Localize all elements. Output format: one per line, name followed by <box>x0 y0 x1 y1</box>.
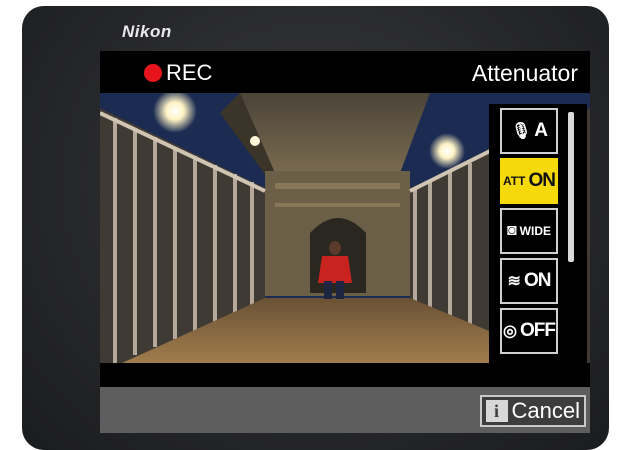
menu-item-wind-noise[interactable]: ≋ ON <box>500 258 558 304</box>
frequency-response-icon: ◙ <box>506 222 517 239</box>
menu-item-label: ON <box>528 170 555 191</box>
bottom-bar: i Cancel <box>100 387 590 433</box>
microphone-icon: 🎙 <box>510 123 532 140</box>
menu-title: Attenuator <box>471 60 578 86</box>
menu-item-label: A <box>534 120 548 141</box>
menu-item-frequency-response[interactable]: ◙ WIDE <box>500 208 558 254</box>
headphone-volume-icon: ◎ <box>503 323 517 340</box>
attenuator-icon: ATT <box>503 174 526 188</box>
wind-noise-icon: ≋ <box>507 273 521 290</box>
menu-item-mic-sensitivity[interactable]: 🎙 A <box>500 108 558 154</box>
brand-logo: Nikon <box>122 22 172 41</box>
menu-item-attenuator[interactable]: ATT ON <box>500 158 558 204</box>
audio-settings-menu: 🎙 A ATT ON ◙ WIDE ≋ ON ◎ OFF <box>489 104 587 367</box>
lcd-screen: REC Attenuator i Cancel 🎙 A ATT ON ◙ WID… <box>100 51 590 433</box>
top-status-bar: REC Attenuator <box>100 51 590 93</box>
menu-item-label: ON <box>523 270 551 291</box>
rec-indicator: REC <box>144 60 212 86</box>
cancel-label: Cancel <box>511 398 580 423</box>
menu-item-label: OFF <box>519 320 556 341</box>
menu-item-label: WIDE <box>519 224 551 238</box>
menu-scrollbar[interactable] <box>568 112 574 262</box>
camera-body: Nikon REC Attenuator i Cancel 🎙 A ATT ON… <box>22 6 609 450</box>
cancel-button[interactable]: i Cancel <box>479 395 586 427</box>
menu-item-headphone-volume[interactable]: ◎ OFF <box>500 308 558 354</box>
rec-label: REC <box>166 60 213 85</box>
record-dot-icon <box>144 64 162 82</box>
info-button-icon: i <box>485 400 508 422</box>
